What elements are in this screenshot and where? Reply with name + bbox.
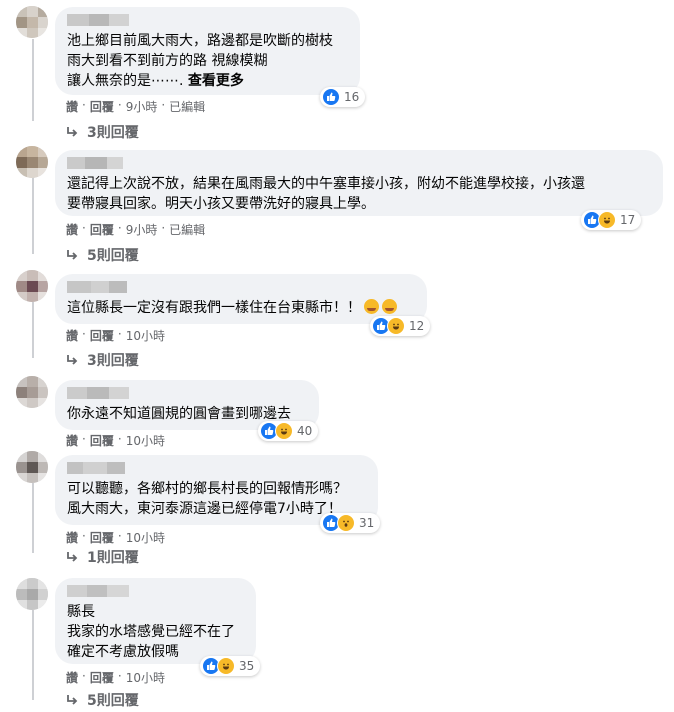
tired-face-emoji xyxy=(382,299,397,314)
avatar[interactable] xyxy=(16,146,48,178)
author-name-blurred[interactable] xyxy=(67,14,348,26)
avatar[interactable] xyxy=(16,270,48,302)
haha-reaction-icon xyxy=(387,317,405,335)
like-reaction-icon xyxy=(322,88,340,106)
reply-arrow-icon xyxy=(67,250,78,260)
reply-arrow-icon xyxy=(67,552,78,562)
view-replies-link[interactable]: 3則回覆 xyxy=(66,350,139,370)
haha-reaction-icon xyxy=(275,422,293,440)
avatar[interactable] xyxy=(16,376,48,408)
reaction-summary[interactable]: 16 xyxy=(320,87,366,107)
like-button[interactable]: 讚 xyxy=(66,327,78,344)
like-button[interactable]: 讚 xyxy=(66,98,78,115)
comment-text: 縣長 我家的水塔感覺已經不在了 確定不考慮放假嗎 xyxy=(67,604,235,660)
author-name-blurred[interactable] xyxy=(67,462,366,474)
comment-bubble: 還記得上次說不放，結果在風雨最大的中午塞車接小孩，附幼不能進學校接，小孩還 要帶… xyxy=(55,150,663,216)
author-name-blurred[interactable] xyxy=(67,281,415,293)
reaction-summary[interactable]: 17 xyxy=(581,210,642,230)
view-replies-link[interactable]: 5則回覆 xyxy=(66,690,139,710)
view-replies-link[interactable]: 5則回覆 xyxy=(66,245,139,265)
comment-bubble: 池上鄉目前風大雨大，路邊都是吹斷的樹枝 雨大到看不到前方的路 視線模糊 讓人無奈… xyxy=(55,7,360,95)
timestamp[interactable]: 10小時 xyxy=(126,529,165,546)
timestamp[interactable]: 10小時 xyxy=(126,432,165,449)
thread-line xyxy=(32,610,34,700)
comment-actions: 讚 · 回覆 · 10小時 xyxy=(66,529,165,546)
comment-bubble: 縣長 我家的水塔感覺已經不在了 確定不考慮放假嗎 xyxy=(55,578,256,664)
comment-text: 還記得上次說不放，結果在風雨最大的中午塞車接小孩，附幼不能進學校接，小孩還 要帶… xyxy=(67,176,585,212)
see-more-link[interactable]: 查看更多 xyxy=(188,73,244,89)
comment-actions: 讚 · 回覆 · 9小時 · 已編輯 xyxy=(66,221,206,238)
like-button[interactable]: 讚 xyxy=(66,221,78,238)
avatar[interactable] xyxy=(16,6,48,38)
comment-actions: 讚 · 回覆 · 9小時 · 已編輯 xyxy=(66,98,206,115)
comment-bubble: 這位縣長一定沒有跟我們一樣住在台東縣市！！ xyxy=(55,274,427,324)
reply-button[interactable]: 回覆 xyxy=(90,669,114,686)
avatar[interactable] xyxy=(16,578,48,610)
comment-text: 可以聽聽，各鄉村的鄉長村長的回報情形嗎？ 風大雨大，東河泰源這邊已經停電7小時了… xyxy=(67,481,347,517)
edited-label: 已編輯 xyxy=(169,100,206,114)
comment-actions: 讚 · 回覆 · 10小時 xyxy=(66,432,165,449)
author-name-blurred[interactable] xyxy=(67,387,307,399)
reaction-count: 40 xyxy=(297,424,313,438)
comment-text: 池上鄉目前風大雨大，路邊都是吹斷的樹枝 雨大到看不到前方的路 視線模糊 讓人無奈… xyxy=(67,33,333,89)
reaction-summary[interactable]: 31 xyxy=(320,513,381,533)
tired-face-emoji xyxy=(364,299,379,314)
reply-arrow-icon xyxy=(67,127,78,137)
thread-line xyxy=(32,176,34,254)
comment-actions: 讚 · 回覆 · 10小時 xyxy=(66,327,165,344)
avatar[interactable] xyxy=(16,451,48,483)
comment-text: 這位縣長一定沒有跟我們一樣住在台東縣市！！ xyxy=(67,298,415,318)
reaction-count: 35 xyxy=(239,659,255,673)
author-name-blurred[interactable] xyxy=(67,157,651,169)
reaction-count: 31 xyxy=(359,516,375,530)
like-button[interactable]: 讚 xyxy=(66,669,78,686)
like-button[interactable]: 讚 xyxy=(66,432,78,449)
haha-reaction-icon xyxy=(598,211,616,229)
thread-line xyxy=(32,483,34,553)
reply-button[interactable]: 回覆 xyxy=(90,529,114,546)
reaction-count: 16 xyxy=(344,90,360,104)
reaction-summary[interactable]: 35 xyxy=(200,656,261,676)
reaction-summary[interactable]: 12 xyxy=(370,316,431,336)
reply-arrow-icon xyxy=(67,695,78,705)
timestamp[interactable]: 9小時 xyxy=(126,221,158,238)
comment-actions: 讚 · 回覆 · 10小時 xyxy=(66,669,165,686)
view-replies-link[interactable]: 1則回覆 xyxy=(66,547,139,567)
edited-label: 已編輯 xyxy=(169,223,206,237)
thread-line xyxy=(32,302,34,358)
reply-button[interactable]: 回覆 xyxy=(90,221,114,238)
reply-button[interactable]: 回覆 xyxy=(90,432,114,449)
reply-button[interactable]: 回覆 xyxy=(90,98,114,115)
timestamp[interactable]: 10小時 xyxy=(126,669,165,686)
reaction-count: 12 xyxy=(409,319,425,333)
view-replies-link[interactable]: 3則回覆 xyxy=(66,122,139,142)
reaction-summary[interactable]: 40 xyxy=(258,421,319,441)
author-name-blurred[interactable] xyxy=(67,585,244,597)
reaction-count: 17 xyxy=(620,213,636,227)
like-button[interactable]: 讚 xyxy=(66,529,78,546)
wow-reaction-icon xyxy=(337,514,355,532)
reply-button[interactable]: 回覆 xyxy=(90,327,114,344)
thread-line xyxy=(32,39,34,121)
timestamp[interactable]: 10小時 xyxy=(126,327,165,344)
timestamp[interactable]: 9小時 xyxy=(126,98,158,115)
reply-arrow-icon xyxy=(67,355,78,365)
haha-reaction-icon xyxy=(217,657,235,675)
